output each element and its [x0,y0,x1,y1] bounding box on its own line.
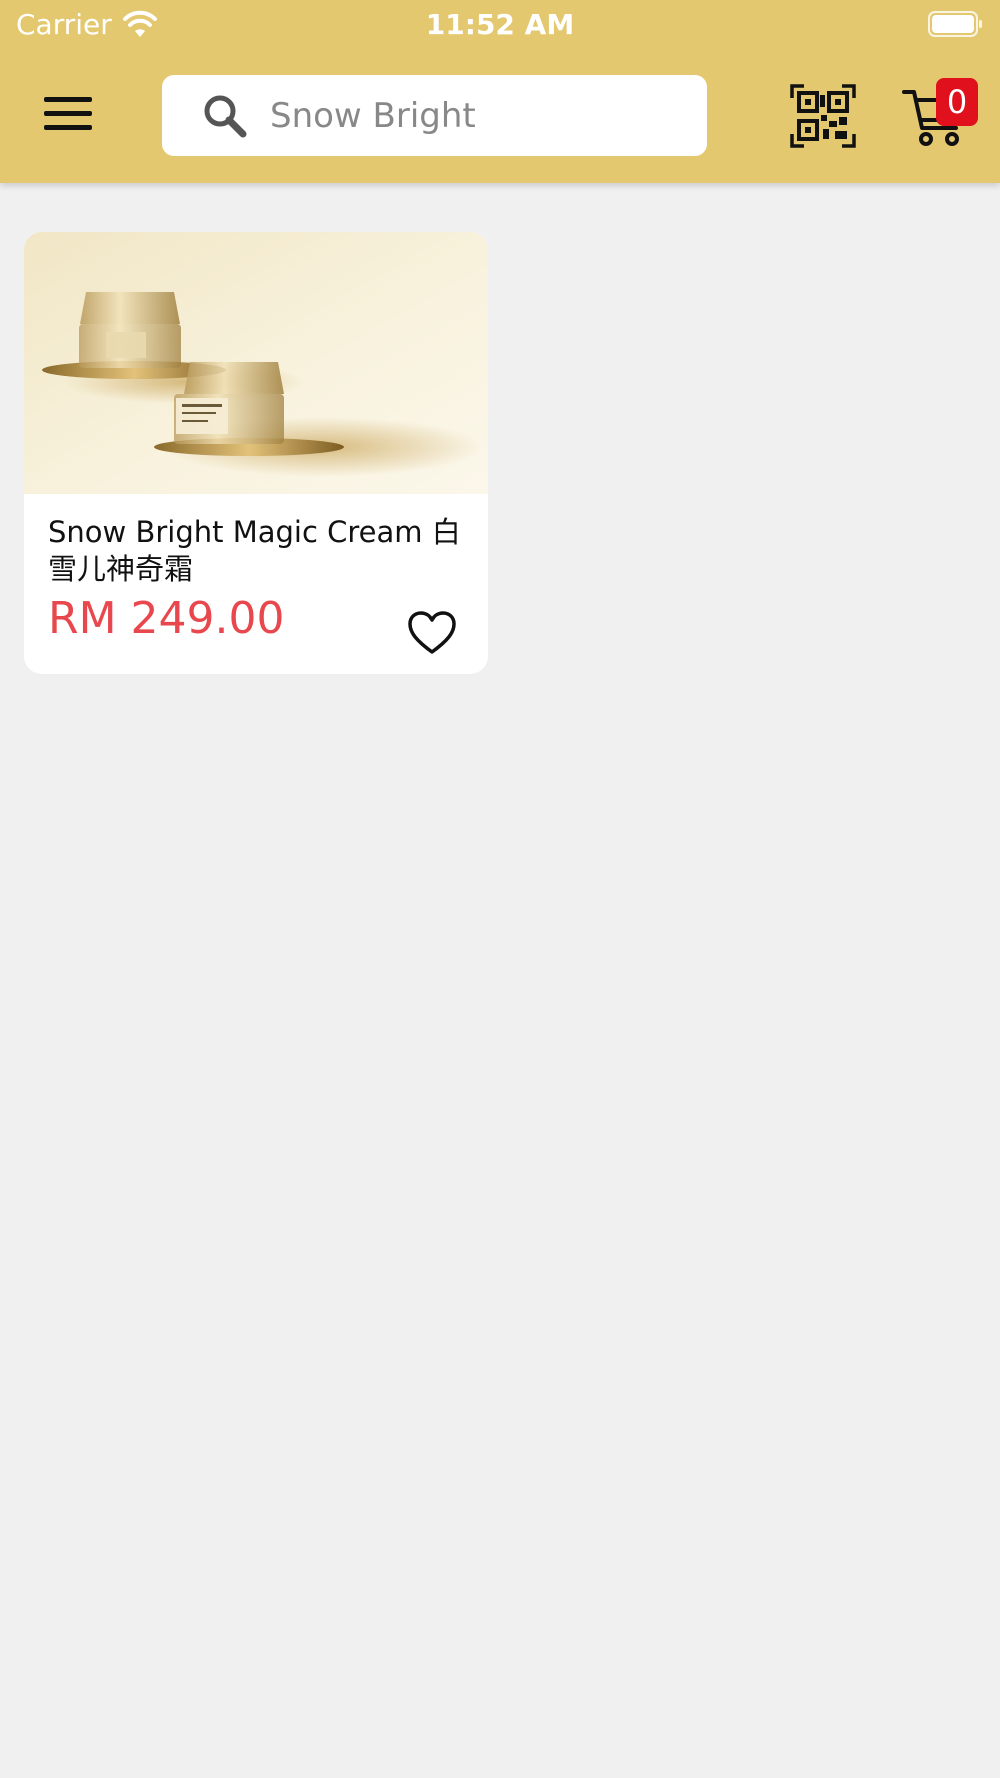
product-price: RM 249.00 [48,593,285,644]
status-time: 11:52 AM [425,8,575,41]
status-bar: Carrier 11:52 AM [0,0,1000,50]
product-name: Snow Bright Magic Cream 白雪儿神奇霜 [48,515,461,586]
battery-icon [928,11,982,37]
product-card[interactable]: Snow Bright Magic Cream 白雪儿神奇霜 RM 249.00 [24,232,488,674]
search-icon [204,95,247,138]
menu-icon-bar [44,97,92,102]
heart-icon[interactable] [407,610,457,656]
menu-icon-bar [44,111,92,116]
search-bar[interactable] [162,75,707,156]
qr-code-icon[interactable] [790,84,856,148]
cart-count-badge: 0 [936,78,978,126]
app-header: Carrier 11:52 AM Snow Bright 0 [0,0,1000,183]
product-image [24,232,488,494]
search-input[interactable] [268,85,692,147]
menu-button[interactable] [44,97,92,133]
menu-icon-bar [44,125,92,130]
